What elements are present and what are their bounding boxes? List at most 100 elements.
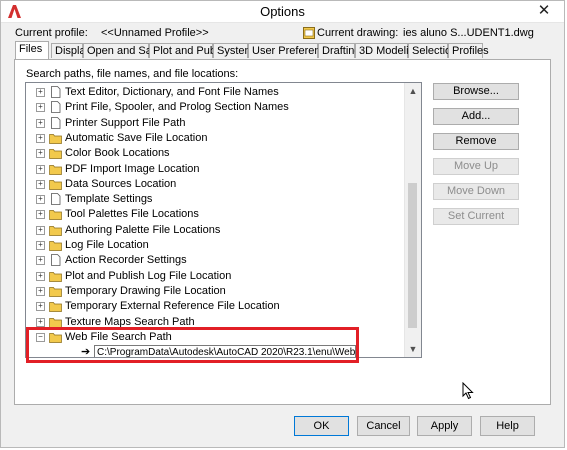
tree-item[interactable]: + Log File Location [26,238,396,253]
folder-icon [49,241,62,251]
current-profile-label: Current profile: [15,27,88,39]
tree-item-label: Template Settings [65,193,153,206]
folder-icon [49,134,62,144]
expand-icon[interactable]: + [36,179,45,189]
folder-icon [49,287,62,297]
folder-icon [49,225,62,236]
folder-icon [49,302,62,313]
folder-icon [49,149,62,160]
tree-item-label: Temporary External Reference File Locati… [65,300,280,313]
file-icon [51,193,61,205]
tree-item-label: Color Book Locations [65,147,170,160]
file-icon [51,254,61,267]
folder-icon [49,210,62,221]
tree-item-label: Plot and Publish Log File Location [65,269,232,282]
vertical-scrollbar[interactable]: ▲ ▼ [404,83,421,357]
current-drawing-value: ies aluno S...UDENT1.dwg [403,27,534,39]
tree-item-label: Automatic Save File Location [65,131,208,144]
tree-item-label: Tool Palettes File Locations [65,208,199,221]
file-icon [51,101,61,114]
folder-icon [49,164,62,175]
expand-icon[interactable]: + [36,133,45,143]
expand-icon[interactable]: + [36,210,45,220]
title-bar: Options ✕ [1,1,564,23]
tree-item[interactable]: + Data Sources Location [26,177,396,192]
move-up-button[interactable]: Move Up [433,158,519,175]
tree-item[interactable]: + Action Recorder Settings [26,253,396,268]
tab-user-preferences[interactable]: User Preferences [248,43,338,58]
folder-icon [49,179,62,190]
tab-3d-modeling[interactable]: 3D Modeling [355,43,421,58]
expand-icon[interactable]: + [36,118,45,128]
scroll-thumb[interactable] [408,183,417,328]
tree-item-label: PDF Import Image Location [65,162,200,175]
current-profile-value: <<Unnamed Profile>> [101,27,209,39]
search-paths-tree[interactable]: + Text Editor, Dictionary, and Font File … [25,82,422,358]
tree-item[interactable]: + Tool Palettes File Locations [26,207,396,222]
tree-item-label: Data Sources Location [65,177,177,190]
expand-icon[interactable]: + [36,317,45,327]
help-button[interactable]: Help [480,416,535,436]
expand-icon[interactable]: + [36,225,45,235]
mouse-pointer-icon [462,382,474,400]
tab-files[interactable]: Files [15,41,49,59]
expand-icon[interactable]: + [36,195,45,205]
browse-button[interactable]: Browse... [433,83,519,100]
file-icon [51,116,61,129]
tab-display[interactable]: Display [51,43,91,58]
add-button[interactable]: Add... [433,108,519,125]
expand-icon[interactable]: + [36,256,45,266]
tree-item[interactable]: + Temporary External Reference File Locat… [26,299,396,314]
tree-item[interactable]: + Authoring Palette File Locations [26,223,396,238]
tree-item[interactable]: + Temporary Drawing File Location [26,284,396,299]
cancel-button[interactable]: Cancel [357,416,410,436]
tree-item[interactable]: + Template Settings [26,192,396,207]
scroll-up-icon[interactable]: ▲ [405,83,421,99]
ok-button[interactable]: OK [294,416,349,436]
tab-system[interactable]: System [213,43,254,58]
expand-icon[interactable]: + [36,103,45,113]
tab-profiles[interactable]: Profiles [448,43,489,58]
current-drawing-label: Current drawing: [317,27,399,39]
tree-item[interactable]: + Printer Support File Path [26,116,396,131]
tree-item-label: Print File, Spooler, and Prolog Section … [65,101,289,114]
window-title: Options [260,4,305,19]
tab-plot-and-publish[interactable]: Plot and Publish [149,43,233,58]
profile-row: Current profile: <<Unnamed Profile>> Cur… [15,27,554,41]
file-icon [51,86,61,98]
expand-icon[interactable]: + [36,164,45,174]
folder-icon [49,271,62,282]
options-dialog: Options ✕ Current profile: <<Unnamed Pro… [0,0,565,448]
highlight-annotation-box [26,327,359,363]
tab-drafting[interactable]: Drafting [318,43,361,58]
expand-icon[interactable]: + [36,271,45,281]
scroll-down-icon[interactable]: ▼ [405,341,421,357]
search-paths-label: Search paths, file names, and file locat… [26,68,239,80]
tree-item-label: Temporary Drawing File Location [65,284,226,297]
tree-item-label: Printer Support File Path [65,116,186,129]
apply-button[interactable]: Apply [417,416,472,436]
set-current-button[interactable]: Set Current [433,208,519,225]
tab-open-and-save[interactable]: Open and Save [83,43,163,58]
tree-item-label: Authoring Palette File Locations [65,223,221,236]
drawing-icon [303,27,315,39]
tree-item[interactable]: + Text Editor, Dictionary, and Font File … [26,85,396,100]
tab-selection[interactable]: Selection [408,43,457,58]
tree-item-label: Text Editor, Dictionary, and Font File N… [65,86,279,98]
tree-item[interactable]: + Print File, Spooler, and Prolog Section… [26,100,396,115]
expand-icon[interactable]: + [36,302,45,312]
expand-icon[interactable]: + [36,241,45,250]
expand-icon[interactable]: + [36,286,45,296]
close-button[interactable]: ✕ [530,1,558,21]
remove-button[interactable]: Remove [433,133,519,150]
tree-item[interactable]: + PDF Import Image Location [26,162,396,177]
move-down-button[interactable]: Move Down [433,183,519,200]
folder-icon [49,317,62,328]
expand-icon[interactable]: + [36,88,45,97]
tree-item[interactable]: + Plot and Publish Log File Location [26,269,396,284]
tree-item-label: Action Recorder Settings [65,254,187,267]
expand-icon[interactable]: + [36,149,45,159]
tree-item[interactable]: + Color Book Locations [26,146,396,161]
tree-item-label: Log File Location [65,239,149,251]
tree-item[interactable]: + Automatic Save File Location [26,131,396,146]
